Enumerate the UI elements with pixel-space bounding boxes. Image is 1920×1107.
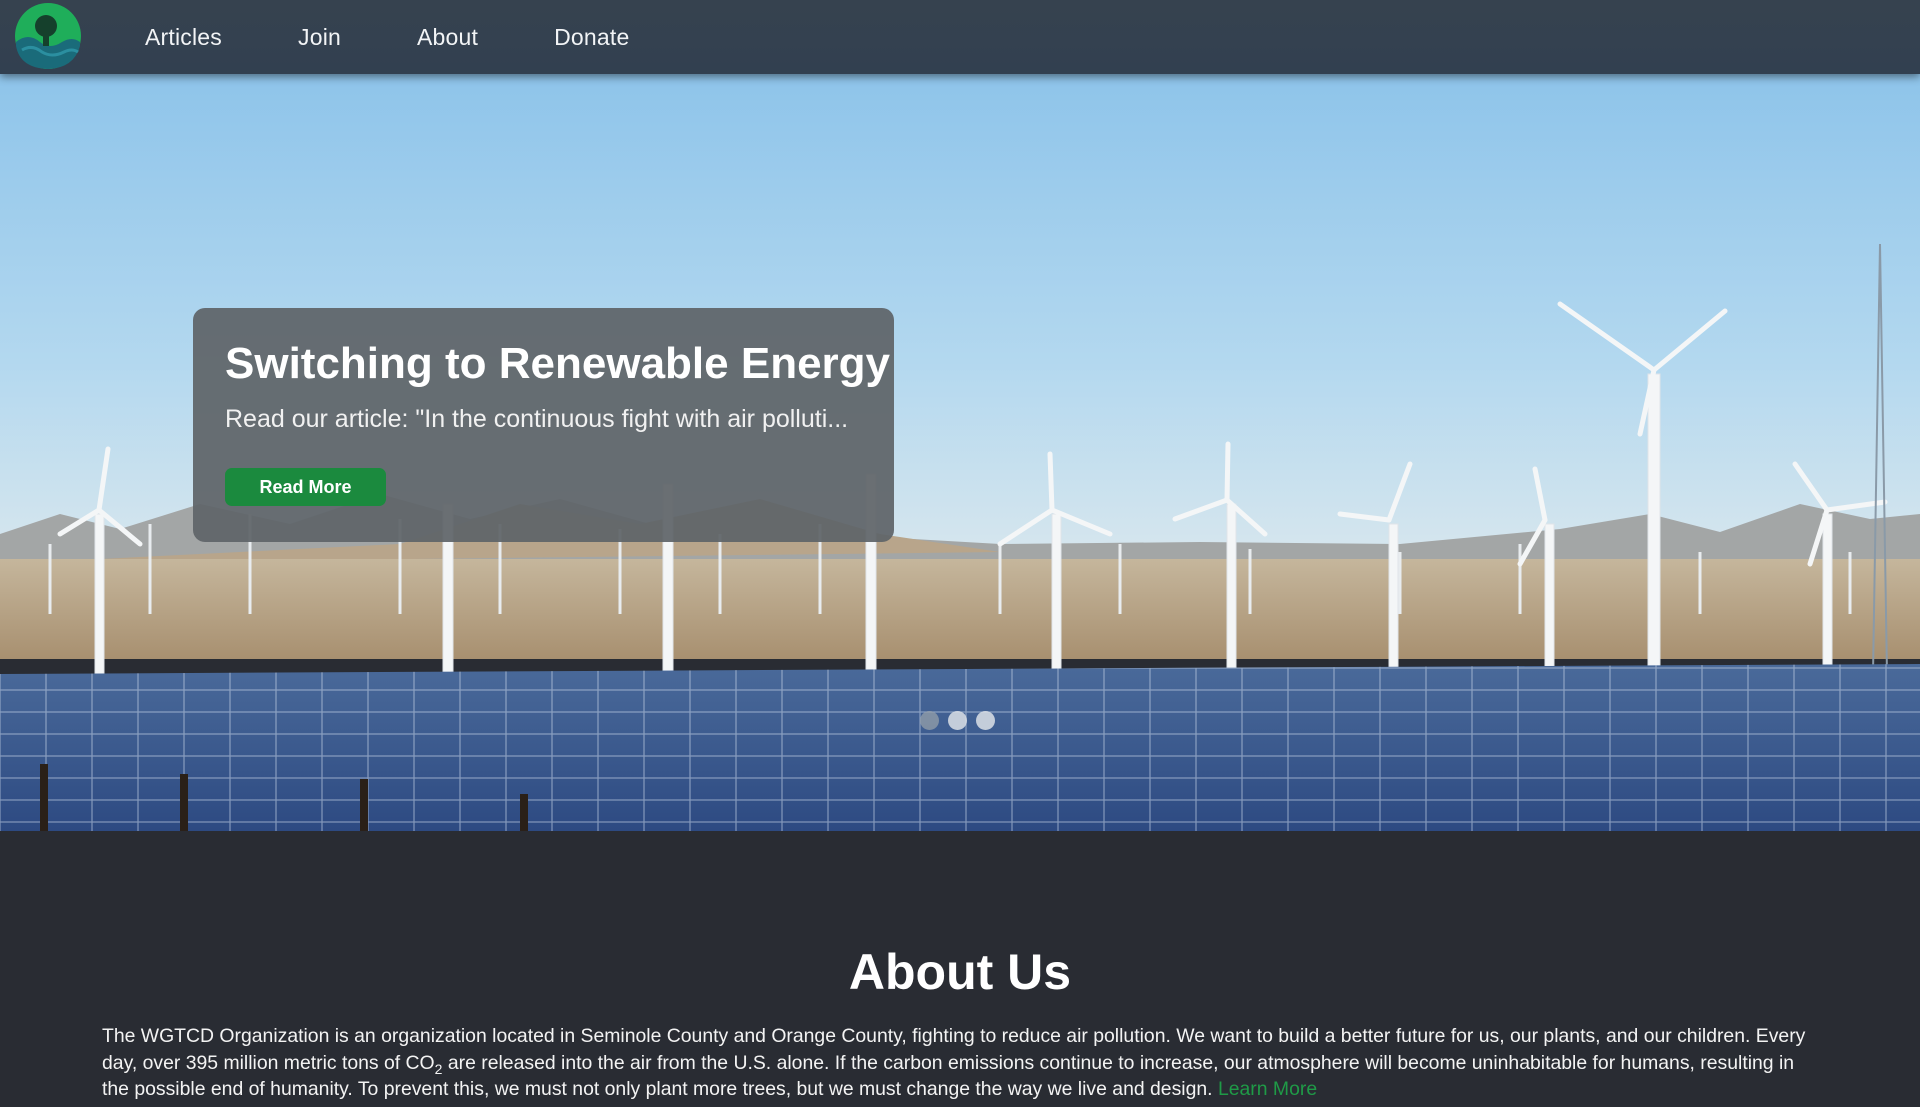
hero-title: Switching to Renewable Energy xyxy=(225,339,891,388)
nav-link-donate[interactable]: Donate xyxy=(554,24,629,51)
hero-excerpt: Read our article: "In the continuous fig… xyxy=(225,405,849,433)
carousel-indicator-2[interactable] xyxy=(948,711,967,730)
carousel-indicator-1[interactable] xyxy=(920,711,939,730)
hero-carousel: Switching to Renewable Energy Read our a… xyxy=(0,74,1920,831)
about-paragraph: The WGTCD Organization is an organizatio… xyxy=(102,1023,1822,1103)
top-navbar: Articles Join About Donate xyxy=(0,0,1920,74)
nav-link-join[interactable]: Join xyxy=(298,24,341,51)
organization-logo-icon[interactable] xyxy=(14,2,82,70)
nav-link-about[interactable]: About xyxy=(417,24,478,51)
read-more-button[interactable]: Read More xyxy=(225,468,386,506)
about-title: About Us xyxy=(848,944,1072,1000)
carousel-indicators xyxy=(920,711,1004,730)
nav-link-articles[interactable]: Articles xyxy=(145,24,222,51)
carousel-indicator-3[interactable] xyxy=(976,711,995,730)
about-section: About Us The WGTCD Organization is an or… xyxy=(0,831,1920,1107)
hero-caption-card: Switching to Renewable Energy Read our a… xyxy=(193,308,894,542)
learn-more-link[interactable]: Learn More xyxy=(1218,1078,1317,1100)
nav-links: Articles Join About Donate xyxy=(145,0,706,74)
